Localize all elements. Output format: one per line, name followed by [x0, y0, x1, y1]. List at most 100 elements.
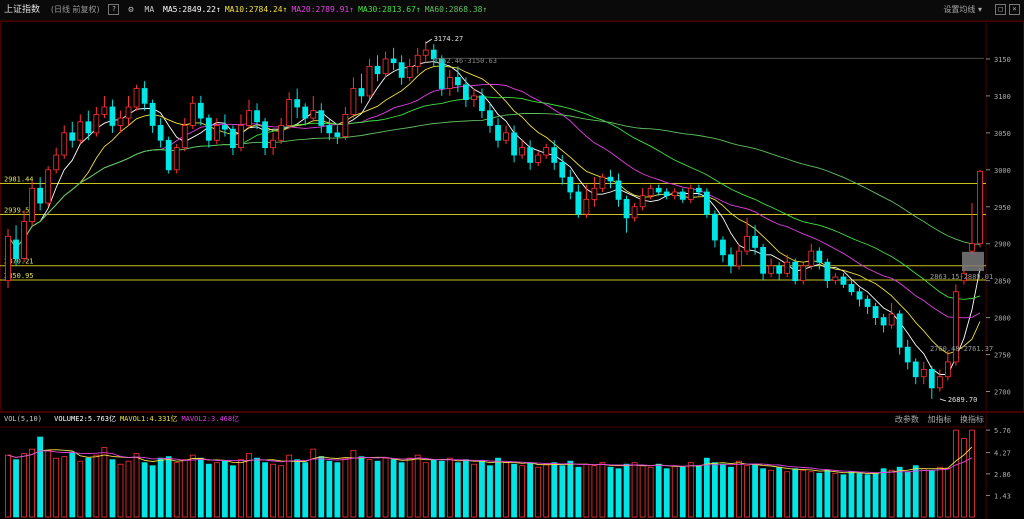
volume-bar — [157, 457, 164, 518]
volume-bar — [631, 462, 638, 518]
volume-bar — [398, 462, 405, 518]
candle-body — [752, 235, 758, 248]
volume-tick-label: 5.76 — [994, 427, 1011, 435]
candle-body — [454, 77, 461, 86]
volume-bar — [535, 466, 542, 518]
candle-body — [535, 154, 542, 163]
candle-body — [695, 187, 702, 193]
volume-bar — [776, 466, 783, 518]
volume-bar — [278, 465, 285, 518]
candle-body — [222, 125, 228, 130]
volume-tick-label: 1.43 — [994, 492, 1011, 500]
price-panel-border — [0, 21, 1024, 412]
volume-bar — [422, 462, 429, 518]
candle-body — [928, 368, 935, 389]
candle-body — [977, 170, 983, 245]
candle-body — [189, 102, 196, 126]
volume-bar — [904, 471, 911, 518]
volume-bar — [479, 460, 485, 518]
candle-body — [888, 313, 895, 326]
gap-box — [962, 251, 984, 272]
volume-title[interactable]: VOL(5,10) — [4, 413, 42, 426]
candle-body — [278, 125, 285, 141]
volume-bar — [952, 429, 959, 518]
price-chart[interactable]: 3150 3100 3050 3000 2950 2900 2850 2800 2750 2700… — [0, 0, 1024, 519]
volume-bar — [93, 454, 100, 518]
volume-bar — [213, 462, 220, 518]
volume-bar — [840, 474, 847, 518]
change-params-button[interactable]: 改参数 — [895, 413, 919, 426]
candle-body — [655, 187, 662, 193]
volume-bar — [350, 450, 357, 518]
candle-body — [390, 58, 397, 64]
candle-body — [768, 265, 775, 274]
volume-bar — [712, 462, 718, 518]
candle-body — [101, 106, 108, 115]
candle-body — [527, 147, 534, 163]
candle-body — [567, 176, 574, 193]
candle-body — [85, 121, 92, 134]
candle-body — [181, 125, 188, 149]
volume-bar — [768, 469, 775, 518]
volume-bar — [302, 462, 309, 518]
volume-values: VOLUME2:5.763亿 MAVOL1:4.331亿 MAVOL2:3.468亿 — [50, 413, 239, 426]
volume-bar — [880, 468, 887, 518]
candle-body — [326, 125, 333, 134]
volume-bar — [639, 465, 646, 518]
volume-bar — [374, 460, 381, 518]
volume-bar — [647, 466, 654, 518]
candle-body — [334, 132, 341, 137]
volume-bar — [527, 462, 534, 518]
volume-bar — [125, 460, 132, 518]
volume-bar — [511, 463, 517, 518]
volume-bar — [165, 456, 172, 518]
candle-body — [872, 306, 879, 319]
volume-bar — [824, 469, 831, 518]
candle-body — [374, 65, 381, 75]
candle-body — [53, 154, 60, 171]
candle-body — [880, 317, 887, 326]
volume-bar — [438, 460, 445, 518]
volume-bar — [230, 465, 236, 518]
candle-body — [270, 139, 276, 149]
volume-bar — [406, 457, 413, 518]
high-label: 3174.27 — [434, 35, 464, 43]
volume-bar — [21, 453, 27, 518]
switch-indicator-button[interactable]: 换指标 — [960, 413, 984, 426]
volume-bar — [446, 457, 453, 518]
volume-bar — [543, 463, 550, 518]
candle-body — [479, 95, 485, 112]
price-tick-label: 2900 — [994, 241, 1011, 249]
volume-bar — [318, 456, 325, 518]
volume-bar — [326, 460, 333, 518]
volume-bar — [5, 454, 11, 518]
candle-body — [246, 110, 252, 126]
indicator-buttons: 改参数 加指标 换指标 — [889, 413, 984, 426]
add-indicator-button[interactable]: 加指标 — [927, 413, 951, 426]
candle-body — [647, 187, 654, 197]
volume-bar — [792, 468, 799, 518]
candle-body — [414, 54, 421, 67]
candle-body — [760, 247, 766, 274]
volume-bar — [342, 457, 349, 518]
volume-bar — [856, 472, 863, 518]
candle-body — [69, 132, 76, 141]
volume-bar — [728, 466, 734, 518]
volume-bar — [197, 457, 204, 518]
low-label: 2689.70 — [948, 396, 978, 404]
reference-line-label: 2939.53 — [4, 206, 34, 214]
volume-bar — [133, 453, 140, 518]
candle-body — [848, 283, 855, 293]
volume-bar — [848, 471, 855, 518]
candle-body — [197, 102, 204, 119]
low-pointer — [939, 398, 946, 402]
candle-body — [840, 276, 847, 285]
volume-bar — [69, 451, 76, 518]
volume-bar — [816, 472, 823, 518]
candle-body — [398, 62, 405, 78]
volume-bar — [189, 454, 196, 518]
candle-body — [21, 221, 27, 259]
volume-tick-label: 4.27 — [994, 450, 1011, 458]
volume-bar — [832, 472, 839, 518]
candle-body — [663, 191, 670, 197]
